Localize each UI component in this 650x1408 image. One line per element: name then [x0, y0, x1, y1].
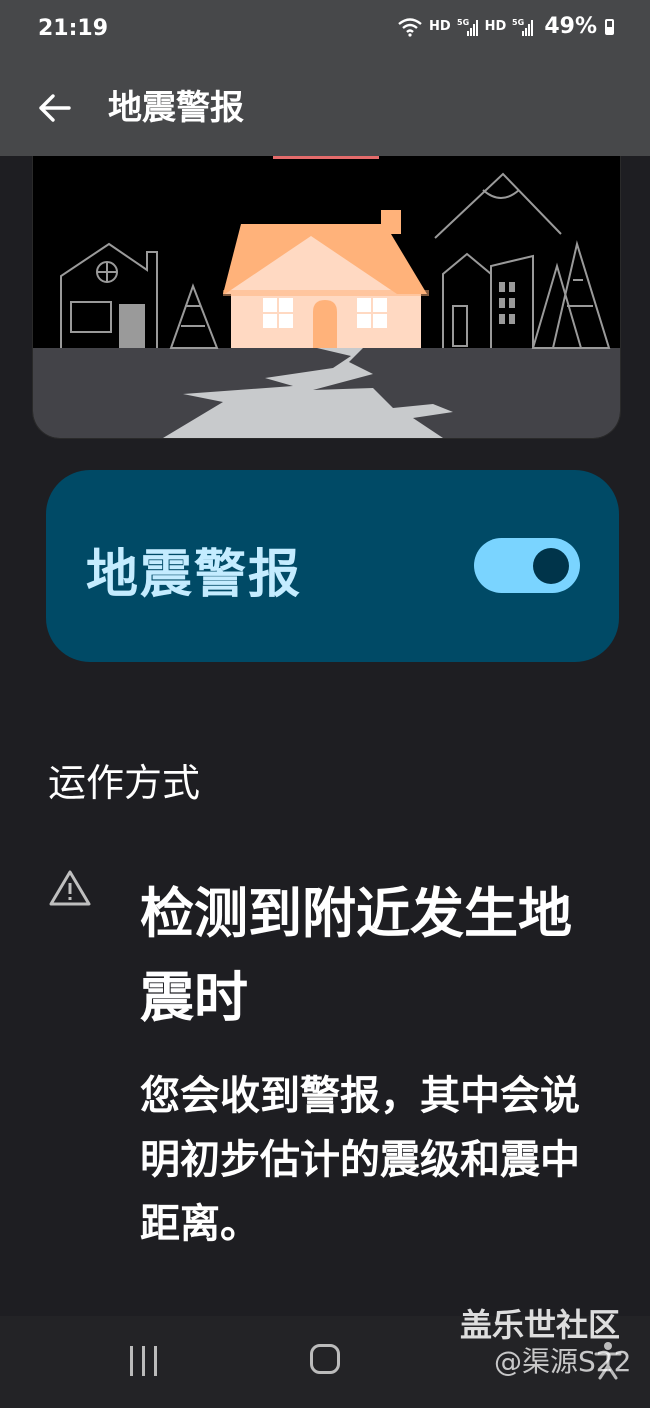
battery-icon	[605, 18, 614, 35]
earthquake-illustration	[32, 156, 621, 439]
battery-percent: 49%	[544, 14, 597, 39]
recent-apps-button[interactable]	[128, 1346, 162, 1376]
signal-icon: 5G	[457, 18, 478, 36]
status-bar: 21:19 HD 5G HD 5G 49%	[0, 0, 650, 62]
status-time: 21:19	[38, 16, 109, 41]
home-button[interactable]	[310, 1344, 340, 1374]
wifi-icon	[398, 17, 422, 37]
earthquake-alert-switch[interactable]	[474, 538, 580, 593]
earthquake-alert-toggle-card[interactable]: 地震警报	[46, 470, 619, 662]
watermark-user: @渠源S22	[494, 1345, 632, 1378]
toggle-label: 地震警报	[86, 545, 303, 605]
detect-body: 您会收到警报，其中会说明初步估计的震级和震中距离。	[140, 1073, 580, 1247]
network-label-1: HD	[428, 19, 451, 34]
svg-text:5G: 5G	[457, 18, 469, 27]
back-button[interactable]	[30, 84, 78, 132]
arrow-left-icon	[39, 94, 71, 122]
page-title: 地震警报	[108, 88, 244, 128]
detect-title: 检测到附近发生地震时	[140, 882, 572, 1029]
warning-triangle-icon	[49, 870, 91, 906]
app-bar: 地震警报	[0, 62, 650, 156]
section-heading: 运作方式	[48, 761, 201, 805]
status-icons: HD 5G HD 5G 49%	[397, 14, 614, 39]
signal-icon-2: 5G	[512, 18, 534, 36]
network-label-2: HD	[484, 19, 507, 34]
svg-text:5G: 5G	[512, 18, 524, 27]
recent-apps-icon	[130, 1346, 133, 1376]
switch-knob	[533, 548, 569, 584]
house-crack-illustration	[33, 156, 620, 438]
